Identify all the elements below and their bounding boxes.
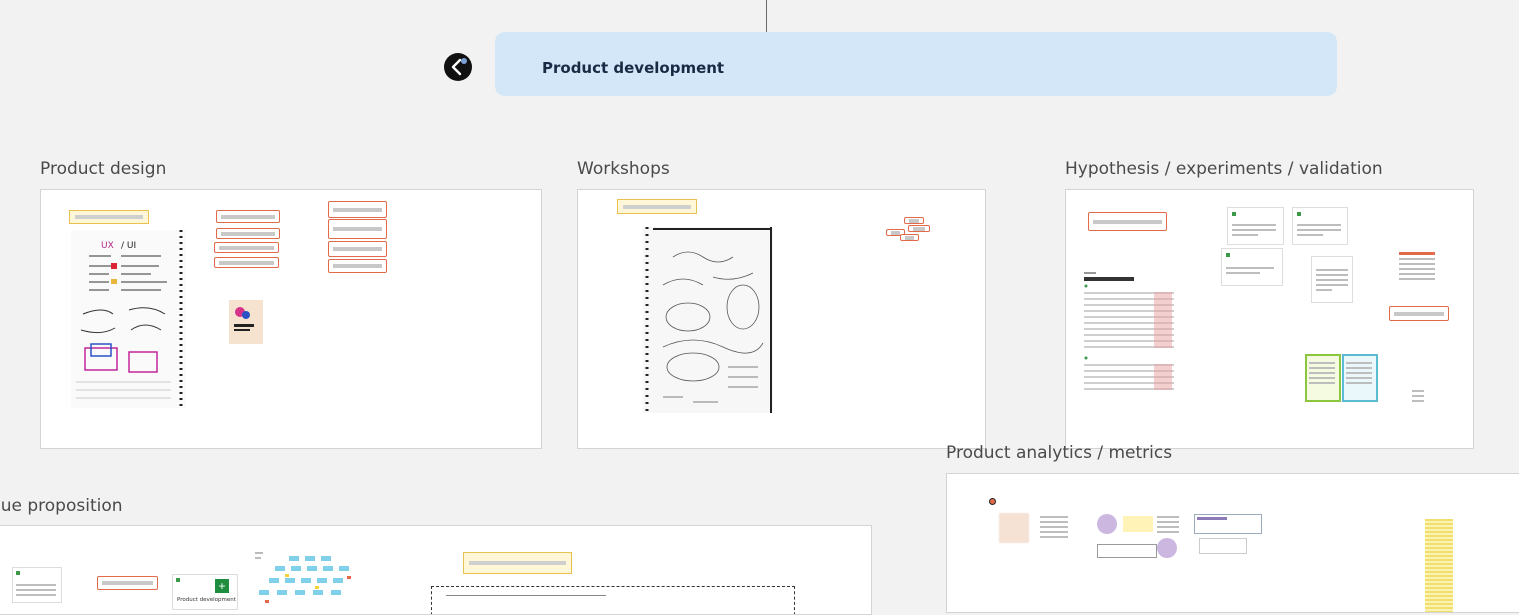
small-note[interactable]: [1412, 390, 1424, 405]
arrow-left-icon: [451, 58, 467, 76]
chart-donut[interactable]: [1157, 538, 1177, 558]
back-button[interactable]: [444, 53, 472, 81]
sticky-note[interactable]: [328, 259, 387, 273]
frame-title-product-design: Product design: [40, 159, 167, 179]
list-widget[interactable]: [1040, 516, 1068, 541]
sticky-note[interactable]: [216, 210, 280, 223]
sticky-note[interactable]: [214, 257, 279, 268]
frame-title-value-proposition: lue proposition: [0, 496, 123, 516]
sticky-note[interactable]: [214, 242, 279, 253]
product-development-card[interactable]: + Product development: [172, 574, 238, 610]
file-card[interactable]: [1227, 207, 1284, 245]
file-card[interactable]: [12, 567, 62, 603]
frame-title-analytics: Product analytics / metrics: [946, 443, 1173, 463]
sticky-note[interactable]: [900, 234, 919, 241]
sticky-note[interactable]: [328, 219, 387, 239]
connector-line: [766, 0, 767, 34]
sticky-note[interactable]: [328, 201, 387, 218]
sticky-note[interactable]: [97, 576, 158, 590]
sticky-note[interactable]: [904, 217, 924, 224]
sticky-note[interactable]: [463, 552, 572, 574]
sticky-note[interactable]: [1389, 306, 1449, 321]
grid-table[interactable]: [1399, 258, 1435, 283]
frame-analytics[interactable]: [946, 473, 1519, 613]
page-title: Product development: [542, 59, 725, 77]
frame-value-proposition[interactable]: + Product development: [0, 525, 872, 615]
list-widget[interactable]: [1157, 516, 1179, 536]
table-header-bar: [1399, 252, 1435, 255]
sticky-note[interactable]: [216, 228, 280, 239]
flowchart-image[interactable]: [255, 552, 355, 615]
image-thumbnail[interactable]: [999, 513, 1029, 543]
sticky-note[interactable]: [69, 210, 149, 224]
workshop-notebook-image[interactable]: [643, 227, 773, 413]
canvas-template-blue[interactable]: [1342, 354, 1378, 402]
sticky-note[interactable]: [1123, 516, 1153, 532]
file-card[interactable]: [1221, 248, 1283, 286]
canvas-template-green[interactable]: [1305, 354, 1341, 402]
sticky-note[interactable]: [617, 199, 697, 214]
book-cover-image[interactable]: [229, 300, 263, 344]
notebook-sketch-image[interactable]: UX / UI: [71, 230, 186, 408]
card-label: Product development: [177, 597, 236, 603]
header-card[interactable]: Product development: [495, 32, 1337, 96]
table-widget[interactable]: [1199, 538, 1247, 554]
table-widget[interactable]: [1194, 514, 1262, 534]
svg-text:UX: UX: [101, 241, 114, 251]
dashed-section[interactable]: [431, 586, 795, 614]
frame-title-hypothesis: Hypothesis / experiments / validation: [1065, 159, 1383, 179]
sticky-note[interactable]: [328, 241, 387, 257]
frame-hypothesis[interactable]: [1065, 189, 1474, 449]
frame-workshops[interactable]: [577, 189, 986, 449]
file-card[interactable]: [1292, 207, 1348, 245]
table-widget[interactable]: [1097, 544, 1157, 558]
yellow-list-panel[interactable]: [1425, 519, 1453, 612]
chart-donut[interactable]: [1097, 514, 1117, 534]
file-card[interactable]: [1311, 256, 1353, 303]
cursor-avatar: [989, 498, 996, 505]
sticky-note[interactable]: [1088, 212, 1167, 231]
frame-title-workshops: Workshops: [577, 159, 670, 179]
spreadsheet-icon: +: [215, 579, 229, 593]
svg-text:/ UI: / UI: [121, 241, 136, 251]
frame-product-design[interactable]: UX / UI: [40, 189, 542, 449]
sticky-note[interactable]: [908, 225, 930, 232]
experiment-library-image[interactable]: [1084, 270, 1174, 406]
